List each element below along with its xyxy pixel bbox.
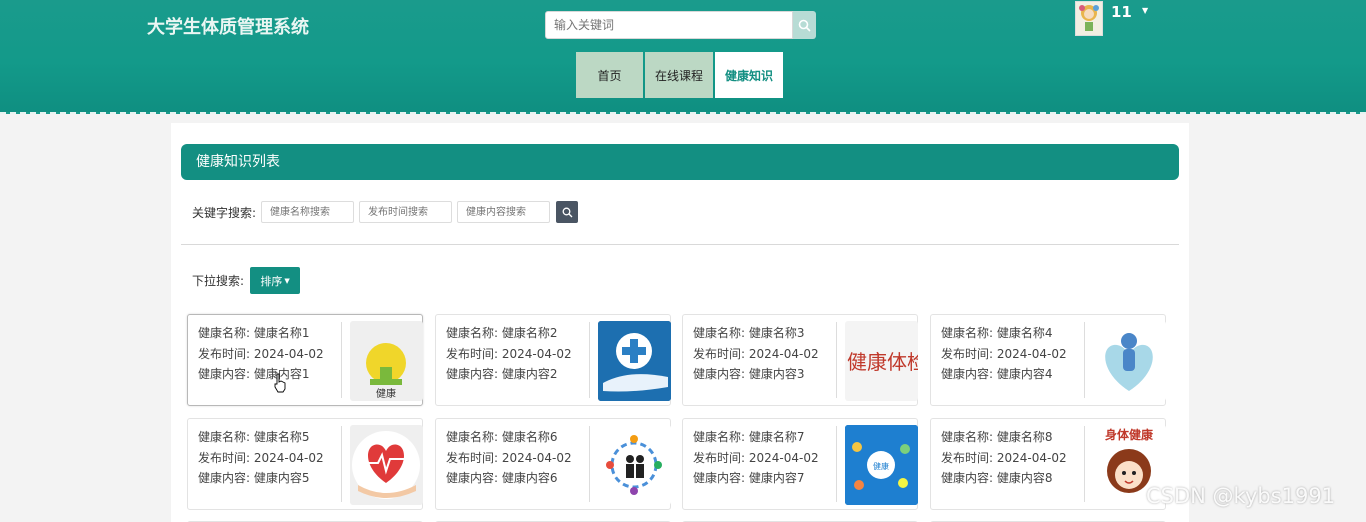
- health-checkup-image: 健康体检: [847, 350, 918, 374]
- card-name: 健康名称: 健康名称4: [941, 326, 1053, 340]
- avatar-image: [1079, 5, 1099, 31]
- card-name: 健康名称: 健康名称2: [446, 326, 558, 340]
- watermark: CSDN @kybs1991: [1146, 484, 1336, 508]
- card-name: 健康名称: 健康名称6: [446, 430, 558, 444]
- card-time: 发布时间: 2024-04-02: [446, 347, 572, 361]
- health-logo-image: 健康: [366, 343, 406, 400]
- knowledge-card[interactable]: 健康名称: 健康名称3 发布时间: 2024-04-02 健康内容: 健康内容3…: [682, 314, 918, 406]
- card-separator: [1084, 426, 1085, 502]
- card-name: 健康名称: 健康名称1: [198, 326, 310, 340]
- card-separator: [836, 426, 837, 502]
- card-thumbnail[interactable]: 健康: [845, 425, 918, 505]
- card-content: 健康内容: 健康内容7: [693, 471, 805, 485]
- user-avatar[interactable]: [1075, 1, 1103, 36]
- card-name: 健康名称: 健康名称8: [941, 430, 1053, 444]
- knowledge-card[interactable]: 健康名称: 健康名称6 发布时间: 2024-04-02 健康内容: 健康内容6: [435, 418, 671, 510]
- keyword-search-row: 关键字搜索:: [192, 201, 579, 223]
- card-time: 发布时间: 2024-04-02: [693, 347, 819, 361]
- card-time: 发布时间: 2024-04-02: [693, 451, 819, 465]
- card-thumbnail[interactable]: [598, 321, 671, 401]
- main-nav: 首页 在线课程 健康知识: [576, 52, 783, 98]
- card-separator: [341, 426, 342, 502]
- search-icon: [562, 207, 573, 217]
- knowledge-card[interactable]: 健康名称: 健康名称4 发布时间: 2024-04-02 健康内容: 健康内容4: [930, 314, 1166, 406]
- page-title: 健康知识列表: [181, 144, 1179, 180]
- global-search-button[interactable]: [793, 11, 816, 39]
- caret-down-icon: ▼: [284, 276, 290, 285]
- search-name-input[interactable]: [261, 201, 355, 223]
- card-content: 健康内容: 健康内容4: [941, 367, 1053, 381]
- knowledge-card[interactable]: 健康名称: 健康名称8 发布时间: 2024-04-02 健康内容: 健康内容8…: [930, 418, 1166, 510]
- card-name: 健康名称: 健康名称7: [693, 430, 805, 444]
- global-search-input[interactable]: [545, 11, 793, 39]
- heart-pulse-image: [352, 431, 420, 499]
- card-separator: [589, 426, 590, 502]
- knowledge-card[interactable]: 健康名称: 健康名称1 发布时间: 2024-04-02 健康内容: 健康内容1…: [187, 314, 423, 406]
- knowledge-card[interactable]: 健康名称: 健康名称7 发布时间: 2024-04-02 健康内容: 健康内容7…: [682, 418, 918, 510]
- section-divider: [181, 244, 1179, 245]
- card-name: 健康名称: 健康名称5: [198, 430, 310, 444]
- nav-home[interactable]: 首页: [576, 52, 643, 98]
- hand-cursor-icon: [274, 373, 286, 393]
- card-thumbnail[interactable]: [598, 425, 671, 505]
- user-menu-caret-icon[interactable]: ▼: [1142, 6, 1148, 15]
- card-time: 发布时间: 2024-04-02: [198, 347, 324, 361]
- card-thumbnail[interactable]: 健康: [350, 321, 423, 401]
- medical-cross-image: [598, 321, 671, 401]
- knowledge-card[interactable]: 健康名称: 健康名称2 发布时间: 2024-04-02 健康内容: 健康内容2: [435, 314, 671, 406]
- card-separator: [341, 322, 342, 398]
- card-content: 健康内容: 健康内容2: [446, 367, 558, 381]
- search-time-input[interactable]: [359, 201, 453, 223]
- thumbnail-text: 健康: [376, 387, 396, 400]
- search-icon: [798, 19, 811, 32]
- card-thumbnail[interactable]: [1093, 321, 1166, 401]
- site-brand[interactable]: 大学生体质管理系统: [147, 13, 309, 39]
- heart-hands-image: [1105, 333, 1153, 391]
- sort-dropdown-label: 排序: [260, 274, 283, 288]
- sort-dropdown-button[interactable]: 排序 ▼: [250, 267, 301, 294]
- keyword-search-button[interactable]: [556, 201, 579, 223]
- card-content: 健康内容: 健康内容1: [198, 367, 310, 381]
- card-time: 发布时间: 2024-04-02: [941, 347, 1067, 361]
- search-content-input[interactable]: [457, 201, 551, 223]
- global-search: [545, 11, 816, 39]
- thumbnail-text: 健康体检: [847, 350, 918, 374]
- nav-courses[interactable]: 在线课程: [645, 52, 713, 98]
- card-separator: [1084, 322, 1085, 398]
- card-time: 发布时间: 2024-04-02: [198, 451, 324, 465]
- top-header: 大学生体质管理系统 11 ▼ 首页 在线课程 健康知识: [0, 0, 1366, 114]
- card-content: 健康内容: 健康内容8: [941, 471, 1053, 485]
- card-separator: [589, 322, 590, 398]
- card-name: 健康名称: 健康名称3: [693, 326, 805, 340]
- card-thumbnail[interactable]: 健康体检: [845, 321, 918, 401]
- dropdown-search-row: 下拉搜索: 排序 ▼: [192, 267, 301, 294]
- card-content: 健康内容: 健康内容3: [693, 367, 805, 381]
- dropdown-search-label: 下拉搜索:: [192, 274, 245, 288]
- card-time: 发布时间: 2024-04-02: [941, 451, 1067, 465]
- card-content: 健康内容: 健康内容6: [446, 471, 558, 485]
- health-infographic-image: 健康: [845, 425, 918, 505]
- thumbnail-text: 身体健康: [1105, 427, 1154, 442]
- knowledge-card[interactable]: 健康名称: 健康名称5 发布时间: 2024-04-02 健康内容: 健康内容5: [187, 418, 423, 510]
- card-time: 发布时间: 2024-04-02: [446, 451, 572, 465]
- health-icons-image: [606, 435, 662, 495]
- keyword-search-label: 关键字搜索:: [192, 205, 257, 220]
- username[interactable]: 11: [1111, 3, 1132, 21]
- content-panel: 健康知识列表 关键字搜索: 下拉搜索: 排序▼ 健康名称: 健康名称1 发布时间…: [171, 123, 1189, 522]
- thumbnail-text: 健康: [873, 461, 889, 471]
- card-content: 健康内容: 健康内容5: [198, 471, 310, 485]
- card-thumbnail[interactable]: [350, 425, 423, 505]
- card-separator: [836, 322, 837, 398]
- nav-health-knowledge[interactable]: 健康知识: [715, 52, 783, 98]
